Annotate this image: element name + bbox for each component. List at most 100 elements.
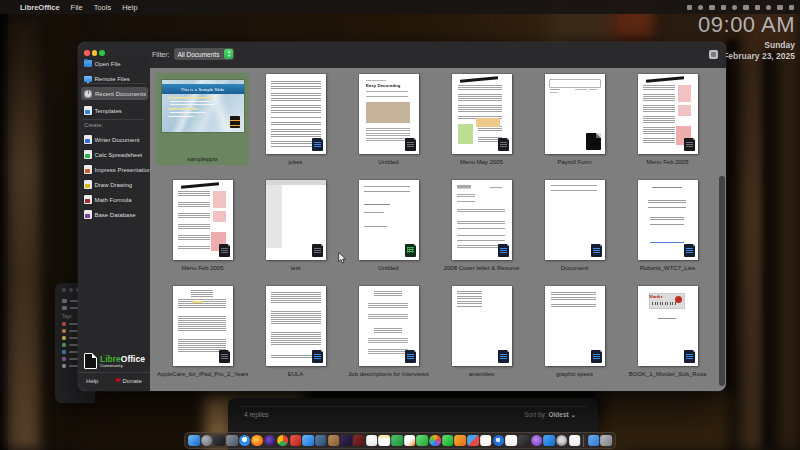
document-item[interactable]: AppleCare_for_iPad_Pro_2_Years [156, 285, 249, 380]
document-item[interactable]: graphic specs [528, 285, 621, 380]
document-item[interactable]: test [249, 179, 342, 274]
tag-label-stub [69, 323, 78, 325]
donate-button[interactable]: ❤Donate [115, 377, 142, 385]
wifi-icon[interactable] [732, 5, 737, 10]
document-item[interactable]: This is a Sample Slidesamplepptx [156, 73, 249, 165]
dock-icon-pencil-app[interactable] [455, 435, 467, 447]
battery-icon[interactable] [721, 5, 727, 10]
document-item[interactable]: 2008 Cover letter & Resume [435, 179, 528, 274]
dock-icon-after-effects[interactable] [340, 435, 352, 447]
dock-icon-pages-puzzle[interactable] [391, 435, 403, 447]
minimize-button[interactable] [92, 50, 98, 56]
dock-icon-finder[interactable] [188, 435, 200, 447]
document-item[interactable]: Payroll Form [528, 73, 621, 168]
dock-icon-calendar[interactable] [366, 435, 378, 447]
dock-icon-podcasts[interactable] [531, 435, 543, 447]
scrollbar[interactable] [719, 96, 725, 389]
sidebar-item-templates[interactable]: Templates [81, 104, 148, 117]
dock-icon-mission-control[interactable] [226, 435, 238, 447]
document-thumbnail [266, 180, 326, 260]
sidebar-item-open-file[interactable]: Open File [81, 57, 148, 70]
dock-icon-chrome[interactable] [277, 435, 289, 447]
menu-item-libreoffice[interactable]: LibreOffice [20, 3, 60, 12]
view-toggle-button[interactable] [709, 50, 718, 59]
dock-icon-photo-app-red[interactable] [353, 435, 365, 447]
zoom-button[interactable] [99, 50, 105, 56]
dock-icon-notes[interactable] [378, 435, 390, 447]
document-item[interactable]: Document [528, 179, 621, 274]
sidebar-item-impress-presentation[interactable]: Impress Presentation [81, 163, 148, 176]
menu-item-file[interactable]: File [71, 3, 83, 12]
document-item[interactable]: Menu May 2005 [435, 73, 528, 168]
scrollbar-thumb[interactable] [719, 176, 725, 386]
sidebar-item-writer-document[interactable]: Writer Document [81, 133, 148, 146]
document-item[interactable]: amenities [435, 285, 528, 380]
dock-icon-photos[interactable] [429, 435, 441, 447]
grid-icon[interactable] [687, 5, 693, 10]
key-icon[interactable] [709, 5, 715, 10]
dock-icon-files-folder[interactable] [328, 435, 340, 447]
dock-icon-shield-app[interactable] [290, 435, 302, 447]
dock-icon-music[interactable] [505, 435, 517, 447]
dock-icon-maps-compass[interactable] [493, 435, 505, 447]
document-item[interactable]: Menu Feb 2005 [156, 179, 249, 274]
dock-icon-flags-app[interactable] [315, 435, 327, 447]
search-icon[interactable] [743, 5, 749, 10]
dock-icon-grid-app[interactable] [404, 435, 416, 447]
document-item[interactable]: Easy DecoratingUntitled [342, 73, 435, 168]
sidebar-icon [84, 180, 92, 189]
dock-icon-facetime[interactable] [442, 435, 454, 447]
document-item[interactable]: Untitled [342, 179, 435, 274]
document-item[interactable]: Roberts_WTC7_Lies [621, 179, 714, 274]
folder-icon [62, 306, 67, 310]
dock-icon-news[interactable] [480, 435, 492, 447]
dock-icon-safari[interactable] [239, 435, 251, 447]
sort-by-control[interactable]: Sort by: Oldest ⌄ [524, 411, 576, 419]
document-name: EULA [250, 371, 341, 377]
close-button[interactable] [84, 50, 90, 56]
impress-file-icon [230, 116, 240, 128]
menu-item-tools[interactable]: Tools [94, 3, 112, 12]
filter-dropdown[interactable]: All Documents ▲▼ [174, 48, 235, 60]
dock-icon-firefox[interactable] [252, 435, 264, 447]
document-item[interactable]: Job descriptions for interviews [342, 285, 435, 380]
dock-icon-messages[interactable] [417, 435, 429, 447]
sidebar-icon [84, 135, 92, 144]
file-type-icon [498, 138, 509, 151]
dot-icon[interactable] [777, 5, 783, 10]
sidebar-item-calc-spreadsheet[interactable]: Calc Spreadsheet [81, 148, 148, 161]
sidebar-item-math-formula[interactable]: Math Formula [81, 193, 148, 206]
display-icon[interactable] [698, 5, 703, 10]
dock-icon-binoculars-app[interactable] [518, 435, 530, 447]
menu-item-help[interactable]: Help [122, 3, 137, 12]
help-button[interactable]: Help [86, 378, 98, 384]
sidebar-item-draw-drawing[interactable]: Draw Drawing [81, 178, 148, 191]
dock-icon-siri[interactable] [201, 435, 213, 447]
slide-title: This is a Sample Slide [181, 87, 225, 92]
siri-icon[interactable] [766, 5, 771, 10]
file-type-icon [684, 138, 695, 151]
dock-icon-launchpad[interactable] [214, 435, 226, 447]
document-item[interactable]: Menu Feb 2005 [621, 73, 714, 168]
document-name: Roberts_WTC7_Lies [622, 265, 713, 271]
dock-icon-system-settings[interactable] [556, 435, 568, 447]
sidebar-item-base-database[interactable]: Base Database [81, 208, 148, 221]
document-item[interactable]: jokes [249, 73, 342, 168]
sidebar-item-label: Remote Files [95, 76, 130, 82]
file-type-icon [684, 350, 695, 363]
dock-icon-mail[interactable] [302, 435, 314, 447]
dock-icon-parasol-app[interactable] [467, 435, 479, 447]
dock [184, 432, 616, 449]
dock-icon-downloads-folder[interactable] [588, 435, 600, 447]
control-center-icon[interactable] [755, 5, 761, 10]
document-item[interactable]: EULA [249, 285, 342, 380]
dock-icon-textedit[interactable] [569, 435, 581, 447]
dock-icon-app-store[interactable] [543, 435, 555, 447]
clock-icon[interactable] [789, 5, 795, 10]
document-thumbnail [638, 74, 698, 154]
dock-icon-firefox-dark[interactable] [264, 435, 276, 447]
dock-icon-trash[interactable] [600, 435, 612, 447]
sidebar-item-label: Open File [95, 61, 121, 67]
sidebar-item-recent-documents[interactable]: Recent Documents [81, 87, 148, 100]
document-item[interactable]: MurderBOOK_1_Murder_Sub_Rosa [621, 285, 714, 380]
